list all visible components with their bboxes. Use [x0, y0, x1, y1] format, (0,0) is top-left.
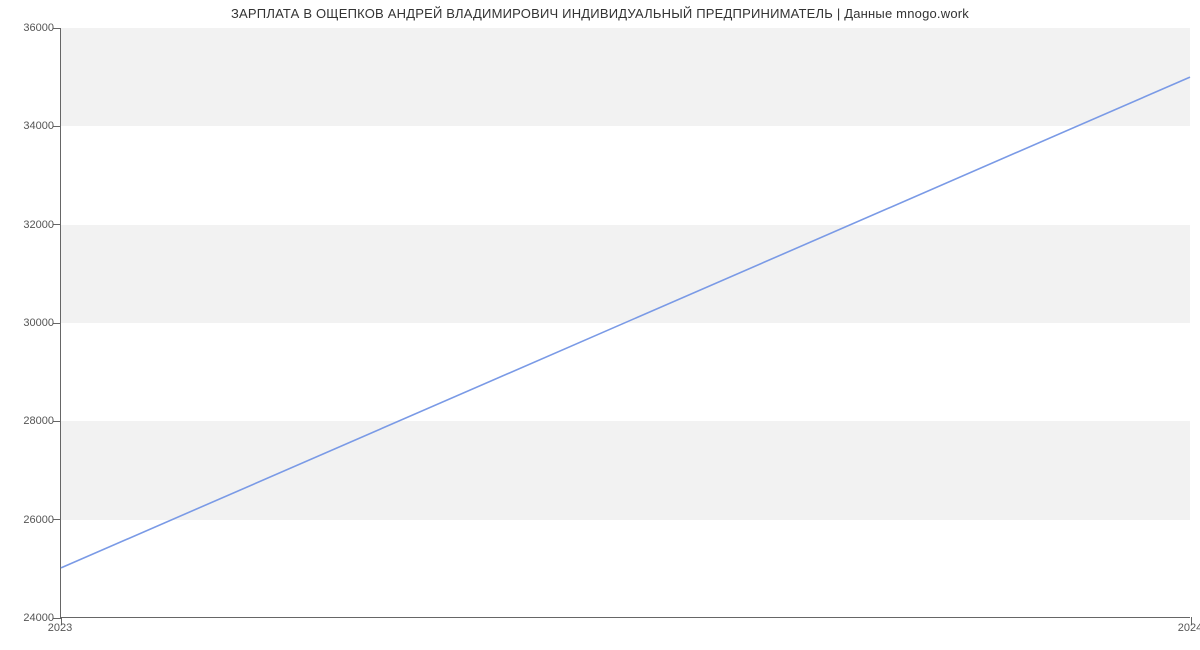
- chart-container: ЗАРПЛАТА В ОЩЕПКОВ АНДРЕЙ ВЛАДИМИРОВИЧ И…: [0, 0, 1200, 650]
- data-line: [61, 28, 1190, 617]
- y-axis-label: 34000: [23, 120, 54, 132]
- chart-title: ЗАРПЛАТА В ОЩЕПКОВ АНДРЕЙ ВЛАДИМИРОВИЧ И…: [0, 6, 1200, 21]
- y-axis-label: 30000: [23, 317, 54, 329]
- y-axis-label: 26000: [23, 514, 54, 526]
- x-axis-label: 2023: [48, 622, 72, 634]
- y-tick: [53, 28, 61, 29]
- y-axis-label: 36000: [23, 22, 54, 34]
- y-tick: [53, 421, 61, 422]
- y-tick: [53, 126, 61, 127]
- plot-area: [60, 28, 1190, 618]
- y-tick: [53, 323, 61, 324]
- y-axis-label: 32000: [23, 219, 54, 231]
- x-axis-label: 2024: [1178, 622, 1200, 634]
- y-tick: [53, 224, 61, 225]
- y-axis-label: 28000: [23, 415, 54, 427]
- y-tick: [53, 519, 61, 520]
